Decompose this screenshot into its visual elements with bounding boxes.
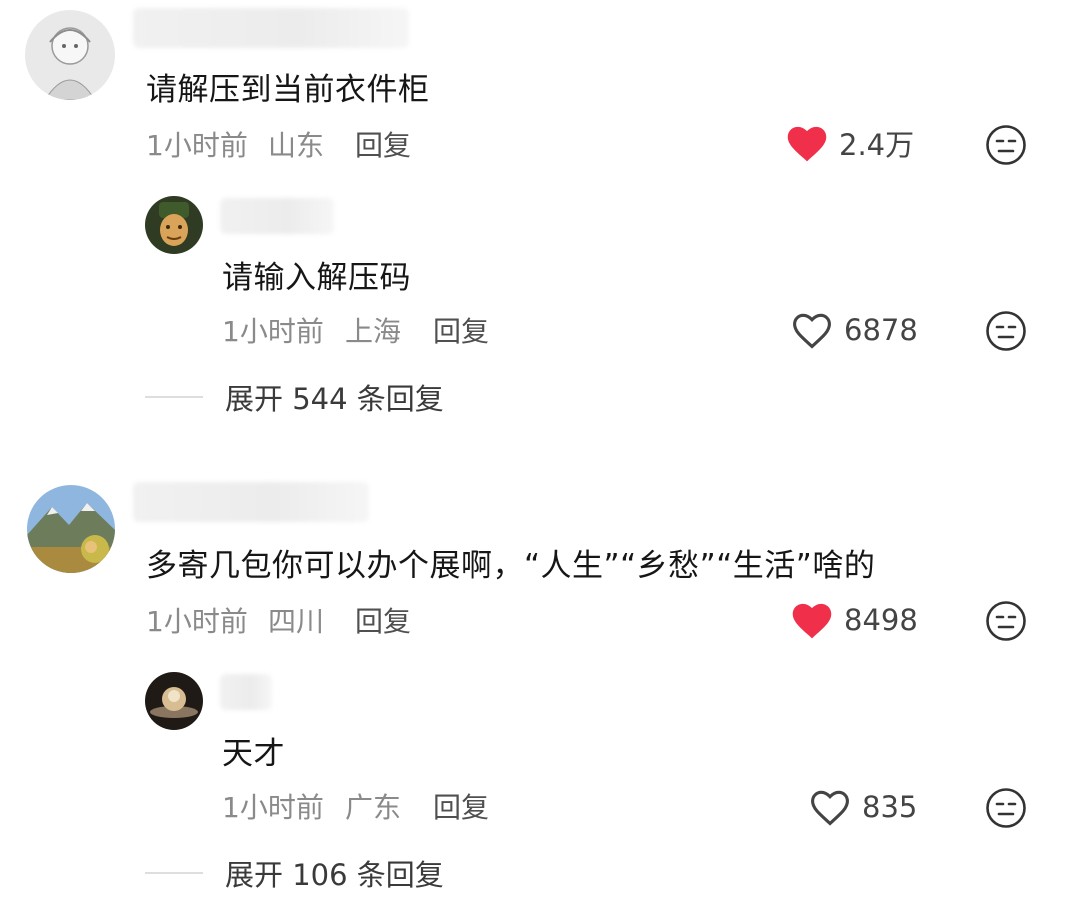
heart-icon: [787, 126, 827, 162]
reply-text: 天才: [222, 736, 285, 772]
unamused-face-icon[interactable]: [985, 124, 1027, 166]
reply-username-blurred[interactable]: [220, 674, 272, 710]
expand-replies-label: 展开 544 条回复: [225, 382, 444, 416]
comment-region: 山东: [268, 129, 325, 162]
reply-button[interactable]: 回复: [433, 786, 489, 826]
expand-replies-label: 展开 106 条回复: [225, 858, 444, 892]
reply-time: 1小时前: [222, 315, 324, 348]
like-button[interactable]: 8498: [790, 599, 918, 641]
username-blurred[interactable]: [133, 482, 369, 522]
comment-time: 1小时前: [146, 129, 248, 162]
divider: [145, 396, 203, 398]
unamused-face-icon[interactable]: [985, 310, 1027, 352]
reply-avatar[interactable]: [145, 672, 203, 730]
reply-region: 上海: [345, 315, 402, 348]
reply-text: 请输入解压码: [222, 260, 411, 296]
heart-icon: [792, 603, 832, 639]
unamused-face-icon[interactable]: [985, 787, 1027, 829]
expand-replies-button[interactable]: 展开 106 条回复: [145, 852, 444, 894]
comment-text: 请解压到当前衣件柜: [146, 72, 430, 108]
reply-time: 1小时前: [222, 791, 324, 824]
comment-region: 四川: [268, 605, 325, 638]
comment-time: 1小时前: [146, 605, 248, 638]
like-count: 8498: [844, 603, 918, 637]
expand-replies-button[interactable]: 展开 544 条回复: [145, 376, 444, 418]
avatar[interactable]: [27, 485, 115, 573]
avatar[interactable]: [25, 10, 115, 100]
like-count: 835: [862, 790, 918, 824]
reply-button[interactable]: 回复: [355, 600, 411, 640]
like-button[interactable]: 6878: [790, 309, 918, 351]
like-button[interactable]: 2.4万: [785, 122, 914, 164]
like-count: 6878: [844, 313, 918, 347]
divider: [145, 872, 203, 874]
username-blurred[interactable]: [133, 8, 409, 48]
heart-outline-icon: [793, 313, 831, 349]
reply-region: 广东: [345, 791, 402, 824]
heart-outline-icon: [811, 790, 849, 826]
reply-avatar[interactable]: [145, 196, 203, 254]
comment-text: 多寄几包你可以办个展啊，“人生”“乡愁”“生活”啥的: [146, 548, 876, 584]
like-button[interactable]: 835: [808, 786, 917, 828]
reply-button[interactable]: 回复: [433, 310, 489, 350]
reply-username-blurred[interactable]: [220, 198, 334, 234]
reply-button[interactable]: 回复: [355, 124, 411, 164]
unamused-face-icon[interactable]: [985, 600, 1027, 642]
like-count: 2.4万: [839, 128, 915, 162]
